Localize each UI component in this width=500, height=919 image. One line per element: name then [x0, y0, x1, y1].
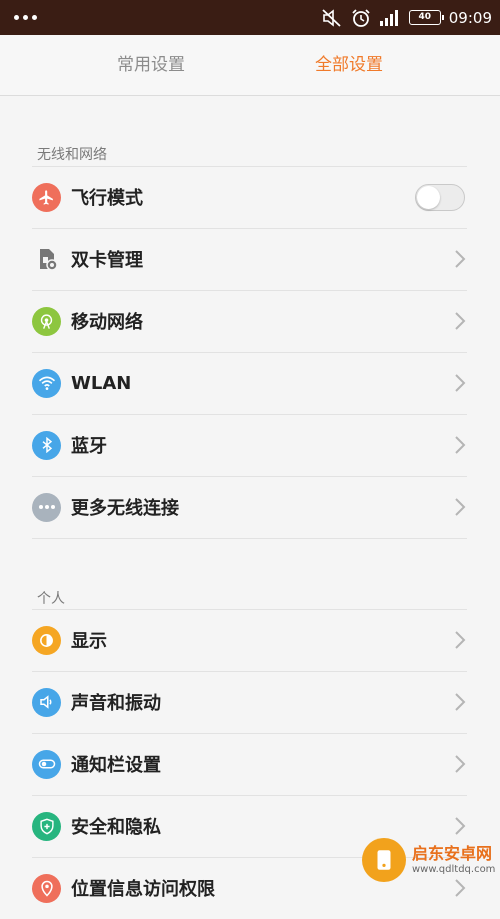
settings-item-label: 位置信息访问权限 [71, 879, 215, 900]
divider [32, 733, 467, 734]
section-title: 无线和网络 [37, 147, 107, 163]
settings-item-label: 通知栏设置 [71, 755, 161, 776]
settings-tab-bar: 常用设置 全部设置 [0, 35, 500, 96]
notification-icon [32, 749, 61, 779]
chevron-right-icon [455, 693, 466, 711]
settings-item-label: 蓝牙 [71, 436, 107, 457]
divider [32, 671, 467, 672]
chevron-right-icon [455, 498, 466, 516]
settings-item-label: 飞行模式 [71, 188, 143, 209]
divider [32, 352, 467, 353]
section-header-wireless: 无线和网络 [0, 96, 500, 166]
overflow-dots-icon [14, 15, 37, 20]
display-icon [32, 625, 61, 655]
settings-item-label: 声音和振动 [71, 693, 161, 714]
chevron-right-icon [455, 374, 466, 392]
signal-icon [379, 9, 401, 26]
settings-item-label: 安全和隐私 [71, 817, 161, 838]
settings-item-more-wireless[interactable]: 更多无线连接 [0, 476, 500, 538]
watermark-text: 启东安卓网 [412, 844, 493, 863]
chevron-right-icon [455, 312, 466, 330]
divider [32, 290, 467, 291]
settings-item-bluetooth[interactable]: 蓝牙 [0, 414, 500, 476]
chevron-right-icon [455, 755, 466, 773]
settings-item-label: 双卡管理 [71, 250, 143, 271]
chevron-right-icon [455, 631, 466, 649]
status-bar: 40 09:09 [0, 0, 500, 35]
airplane-icon [32, 182, 61, 212]
settings-item-dual-sim[interactable]: 双卡管理 [0, 228, 500, 290]
mobile-network-icon [32, 306, 61, 336]
battery-icon: 40 [408, 10, 444, 25]
divider [32, 228, 467, 229]
watermark: 启东安卓网 www.qdltdq.com [362, 831, 500, 889]
settings-list: 无线和网络 飞行模式 双卡管理 移动网络 WLAN 蓝牙 更多无线连接 个人 显… [0, 96, 500, 919]
divider [32, 795, 467, 796]
more-icon [32, 492, 61, 522]
alarm-icon [351, 8, 371, 28]
divider [32, 166, 467, 167]
status-time: 09:09 [448, 8, 492, 27]
security-icon [32, 811, 61, 841]
section-header-personal: 个人 [0, 539, 500, 609]
divider [32, 476, 467, 477]
settings-item-display[interactable]: 显示 [0, 609, 500, 671]
settings-item-sound[interactable]: 声音和振动 [0, 671, 500, 733]
watermark-logo-icon [362, 838, 406, 882]
section-title: 个人 [37, 591, 65, 607]
settings-item-label: 移动网络 [71, 312, 143, 333]
chevron-right-icon [455, 436, 466, 454]
sound-icon [32, 687, 61, 717]
settings-item-mobile-network[interactable]: 移动网络 [0, 290, 500, 352]
mute-icon [321, 8, 343, 27]
sim-card-icon [32, 245, 61, 274]
settings-item-notification-bar[interactable]: 通知栏设置 [0, 733, 500, 795]
settings-item-airplane-mode[interactable]: 飞行模式 [0, 166, 500, 228]
watermark-url: www.qdltdq.com [412, 864, 496, 875]
settings-item-wlan[interactable]: WLAN [0, 352, 500, 414]
tab-common-settings[interactable]: 常用设置 [51, 35, 251, 95]
bluetooth-icon [32, 430, 61, 460]
settings-item-label: 更多无线连接 [71, 498, 179, 519]
airplane-mode-toggle[interactable] [415, 183, 465, 211]
divider [32, 414, 467, 415]
settings-item-label: WLAN [71, 372, 132, 394]
settings-item-label: 显示 [71, 631, 107, 652]
location-icon [32, 873, 61, 903]
divider [32, 609, 467, 610]
chevron-right-icon [455, 250, 466, 268]
wifi-icon [32, 368, 61, 398]
tab-all-settings[interactable]: 全部设置 [249, 35, 449, 95]
